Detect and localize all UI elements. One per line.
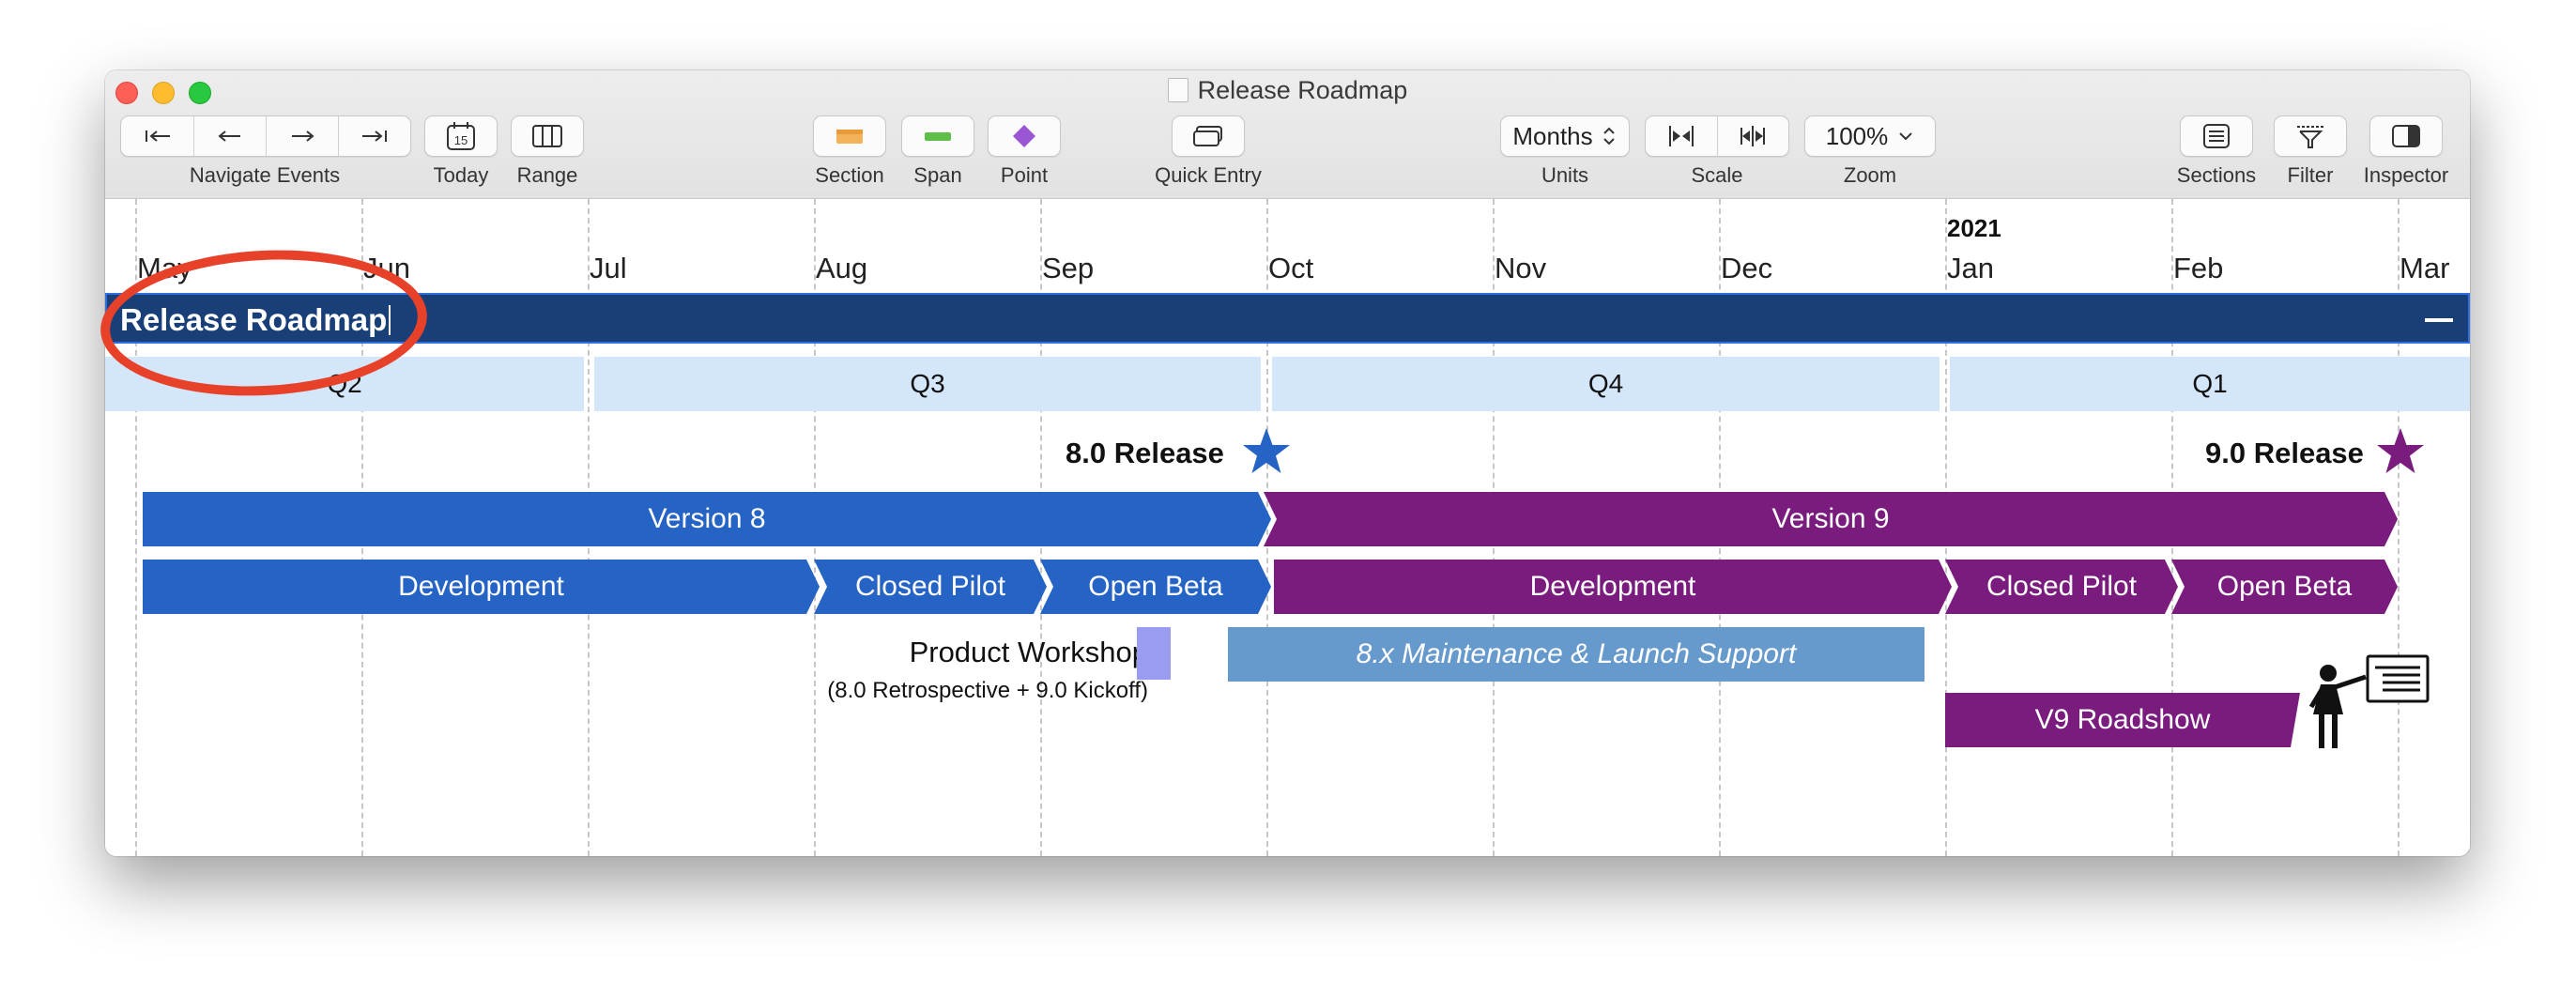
zoom-value: 100%	[1825, 121, 1889, 150]
scale-expand-button[interactable]	[1717, 116, 1788, 156]
toolbar: Release Roadmap Navigate Events 15 Today…	[105, 70, 2470, 199]
star-icon[interactable]	[2375, 427, 2426, 476]
workshop-span-bar[interactable]	[1137, 627, 1171, 680]
month-label: Dec	[1721, 252, 1773, 284]
navigate-last-icon	[361, 130, 387, 142]
quick-entry-button[interactable]	[1172, 115, 1245, 157]
inspector-icon	[2392, 125, 2420, 147]
v9-open-beta-bar[interactable]: Open Beta	[2171, 560, 2398, 614]
navigate-previous-icon	[217, 130, 240, 142]
v8-development-bar[interactable]: Development	[143, 560, 820, 614]
v8-open-beta-bar[interactable]: Open Beta	[1040, 560, 1271, 614]
point-label: Point	[1000, 163, 1049, 187]
workshop-title[interactable]: Product Workshop	[910, 636, 1148, 669]
zoom-select[interactable]: 100%	[1804, 115, 1936, 157]
zoom-label: Zoom	[1843, 163, 1897, 187]
timeline-canvas[interactable]: 2021 May Jun Jul Aug Sep Oct Nov Dec Jan…	[105, 199, 2470, 856]
year-label: 2021	[1947, 214, 2001, 242]
point-button[interactable]	[988, 115, 1061, 157]
navigate-next-icon	[291, 130, 314, 142]
inspector-label: Inspector	[2363, 163, 2449, 187]
month-label: Feb	[2173, 252, 2224, 284]
month-label: Mar	[2400, 252, 2450, 284]
month-label: Nov	[1495, 252, 1547, 284]
presenter-icon[interactable]	[2304, 649, 2430, 754]
v8-closed-pilot-bar[interactable]: Closed Pilot	[814, 560, 1047, 614]
collapse-section-button[interactable]	[2425, 318, 2453, 322]
navigate-first-button[interactable]	[121, 116, 194, 156]
navigate-next-button[interactable]	[266, 116, 339, 156]
range-button[interactable]	[511, 115, 584, 157]
quick-entry-label: Quick Entry	[1155, 163, 1262, 187]
calendar-icon: 15	[447, 122, 475, 150]
sections-label: Sections	[2176, 163, 2257, 187]
scale-control	[1645, 115, 1789, 157]
up-down-chevron-icon	[1602, 127, 1615, 146]
filter-icon	[2297, 126, 2323, 148]
sections-button[interactable]	[2180, 115, 2253, 157]
navigate-first-icon	[145, 130, 170, 142]
month-label: Aug	[816, 252, 868, 284]
section-button[interactable]	[813, 115, 886, 157]
star-icon[interactable]	[1241, 427, 1292, 476]
range-icon	[532, 125, 562, 147]
window-title-text: Release Roadmap	[1197, 76, 1408, 104]
v9-closed-pilot-bar[interactable]: Closed Pilot	[1945, 560, 2178, 614]
navigate-previous-button[interactable]	[193, 116, 267, 156]
month-label: Jul	[590, 252, 627, 284]
navigate-events-control	[120, 115, 411, 157]
today-label: Today	[433, 163, 489, 187]
workshop-subtitle: (8.0 Retrospective + 9.0 Kickoff)	[827, 678, 1148, 703]
range-label: Range	[516, 163, 578, 187]
scale-shrink-button[interactable]	[1646, 116, 1718, 156]
window-title: Release Roadmap	[105, 76, 2470, 105]
inspector-button[interactable]	[2369, 115, 2443, 157]
filter-button[interactable]	[2274, 115, 2347, 157]
section-banner[interactable]: Release Roadmap	[105, 293, 2470, 344]
month-label: Oct	[1268, 252, 1314, 284]
app-window: Release Roadmap Navigate Events 15 Today…	[105, 70, 2470, 856]
sections-icon	[2203, 124, 2230, 148]
today-button[interactable]: 15	[424, 115, 498, 157]
maintenance-bar[interactable]: 8.x Maintenance & Launch Support	[1228, 627, 1924, 682]
point-icon	[1013, 125, 1035, 147]
span-icon	[925, 132, 951, 141]
section-label: Section	[815, 163, 884, 187]
today-day: 15	[454, 133, 468, 147]
month-label: Jan	[1947, 252, 1994, 284]
quarter-q3[interactable]: Q3	[594, 357, 1261, 411]
span-button[interactable]	[901, 115, 974, 157]
units-value: Months	[1512, 121, 1593, 150]
chevron-down-icon	[1899, 132, 1912, 141]
milestone-label[interactable]: 9.0 Release	[2205, 437, 2364, 470]
quarter-q1[interactable]: Q1	[1950, 357, 2470, 411]
month-label: Sep	[1042, 252, 1095, 284]
quarter-q4[interactable]: Q4	[1272, 357, 1940, 411]
navigate-last-button[interactable]	[338, 116, 410, 156]
version-8-bar[interactable]: Version 8	[143, 492, 1271, 546]
v9-development-bar[interactable]: Development	[1274, 560, 1952, 614]
section-icon	[836, 130, 863, 144]
quick-entry-icon	[1193, 126, 1222, 146]
filter-label: Filter	[2287, 163, 2334, 187]
scale-expand-icon	[1740, 126, 1765, 146]
scale-shrink-icon	[1669, 126, 1694, 146]
scale-label: Scale	[1691, 163, 1743, 187]
span-label: Span	[913, 163, 962, 187]
units-select[interactable]: Months	[1500, 115, 1630, 157]
v9-roadshow-bar[interactable]: V9 Roadshow	[1945, 693, 2300, 747]
milestone-label[interactable]: 8.0 Release	[1066, 437, 1224, 470]
document-icon	[1167, 78, 1188, 102]
navigate-events-label: Navigate Events	[189, 163, 341, 187]
version-9-bar[interactable]: Version 9	[1264, 492, 2398, 546]
units-label: Units	[1541, 163, 1589, 187]
